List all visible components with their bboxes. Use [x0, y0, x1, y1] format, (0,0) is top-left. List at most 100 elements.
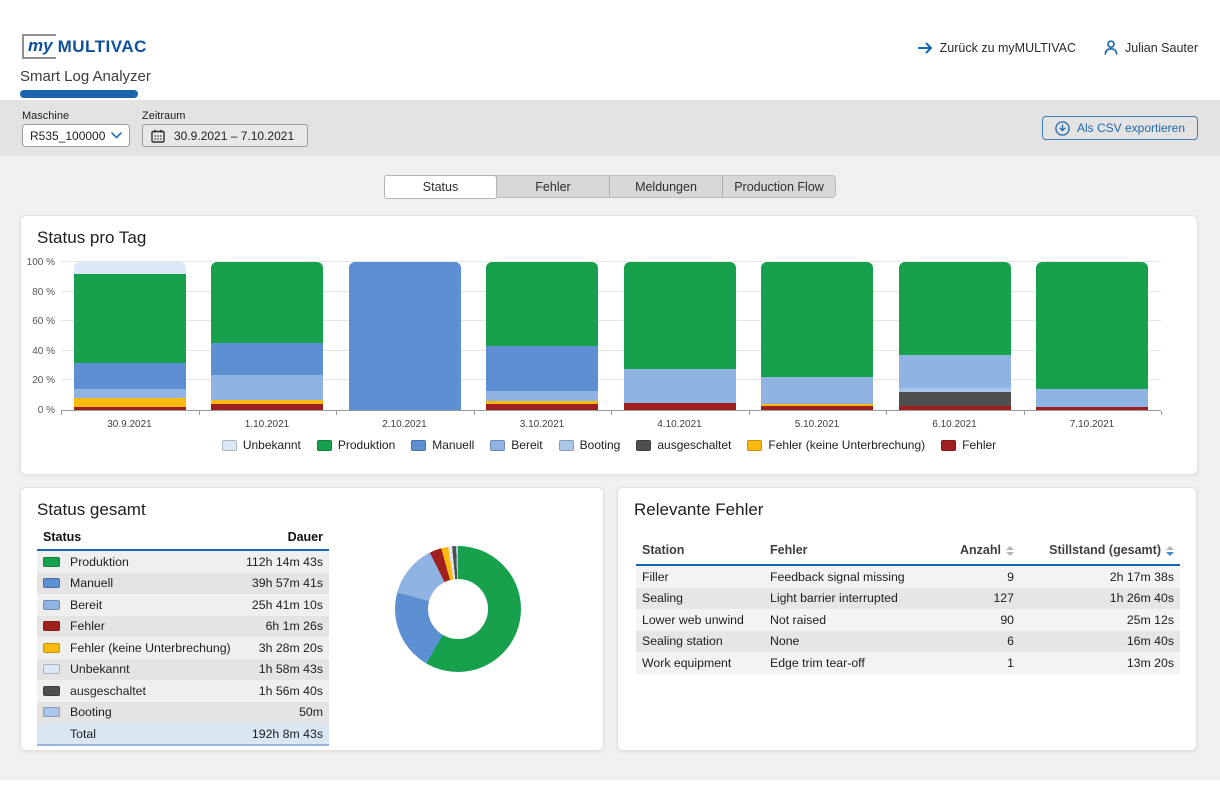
x-axis-tick — [749, 411, 750, 415]
status-table-row[interactable]: Manuell39h 57m 41s — [37, 573, 329, 595]
status-swatch — [43, 643, 60, 653]
station-cell: Work equipment — [642, 656, 770, 670]
sort-down-arrow — [1006, 552, 1014, 556]
legend-label: Manuell — [432, 438, 474, 452]
bar-segment-manuell — [211, 343, 323, 374]
stacked-bar-6.10.2021[interactable] — [899, 262, 1011, 410]
stillstand-cell: 25m 12s — [1014, 613, 1174, 627]
machine-select-value: R535_100000 — [30, 129, 105, 143]
fehler-table-row[interactable]: FillerFeedback signal missing92h 17m 38s — [636, 566, 1180, 588]
sort-icon[interactable] — [1166, 546, 1174, 556]
status-swatch — [43, 686, 60, 696]
status-gesamt-card: Status gesamt StatusDauerProduktion112h … — [20, 487, 604, 751]
stacked-bar-3.10.2021[interactable] — [486, 262, 598, 410]
bar-segment-fehler — [624, 403, 736, 410]
legend-swatch — [317, 440, 332, 451]
status-duration: 50m — [299, 705, 323, 719]
sort-down-arrow — [1166, 552, 1174, 556]
stacked-bar-5.10.2021[interactable] — [761, 262, 873, 410]
bar-segment-manuell — [486, 346, 598, 390]
legend-label: Unbekannt — [243, 438, 301, 452]
status-column-header: Status — [43, 530, 81, 544]
status-table-row[interactable]: Fehler (keine Unterbrechung)3h 28m 20s — [37, 637, 329, 659]
stacked-bar-2.10.2021[interactable] — [349, 262, 461, 410]
x-axis-label: 4.10.2021 — [611, 419, 748, 430]
status-table-row[interactable]: Produktion112h 14m 43s — [37, 551, 329, 573]
legend-swatch — [411, 440, 426, 451]
app-tab-label[interactable]: Smart Log Analyzer — [20, 68, 151, 85]
fehler-table-row[interactable]: Sealing stationNone616m 40s — [636, 631, 1180, 653]
relevante-fehler-table: StationFehlerAnzahlStillstand (gesamt) Fi… — [636, 538, 1180, 674]
view-tabstrip: StatusFehlerMeldungenProduction Flow — [384, 175, 836, 198]
fehler-table-row[interactable]: SealingLight barrier interrupted1271h 26… — [636, 588, 1180, 610]
anzahl-cell: 6 — [934, 634, 1014, 648]
x-axis-label: 3.10.2021 — [474, 419, 611, 430]
status-duration: 1h 56m 40s — [259, 684, 323, 698]
anzahl-cell: 9 — [934, 570, 1014, 584]
logo-my-text: my — [22, 34, 56, 59]
machine-select[interactable]: R535_100000 — [22, 124, 130, 147]
user-menu[interactable]: Julian Sauter — [1104, 40, 1198, 55]
x-axis-tick — [61, 411, 62, 415]
back-to-mymultivac-link[interactable]: Zurück zu myMULTIVAC — [918, 41, 1076, 55]
status-table-row[interactable]: ausgeschaltet1h 56m 40s — [37, 680, 329, 702]
relevante-fehler-card: Relevante Fehler StationFehlerAnzahlStil… — [617, 487, 1197, 751]
period-date-range-field[interactable]: 30.9.2021 – 7.10.2021 — [142, 124, 308, 147]
tab-production-flow[interactable]: Production Flow — [722, 176, 835, 197]
stacked-bar-7.10.2021[interactable] — [1036, 262, 1148, 410]
status-table-row[interactable]: Unbekannt1h 58m 43s — [37, 659, 329, 681]
status-swatch — [43, 578, 60, 588]
bar-segment-unbekannt — [74, 262, 186, 274]
column-header-station: Station — [642, 543, 770, 557]
tab-meldungen[interactable]: Meldungen — [609, 176, 722, 197]
x-axis-tick — [1161, 411, 1162, 415]
chevron-down-icon — [111, 132, 122, 139]
legend-item-fehler: Fehler — [941, 438, 996, 452]
export-csv-label: Als CSV exportieren — [1077, 121, 1185, 135]
status-swatch — [43, 600, 60, 610]
app-tab-active-indicator — [20, 90, 138, 98]
x-axis-label: 7.10.2021 — [1024, 419, 1161, 430]
y-axis-label: 20 % — [21, 375, 55, 386]
bar-segment-bereit — [624, 369, 736, 403]
x-axis-tick — [886, 411, 887, 415]
bar-segment-produktion — [624, 262, 736, 369]
bar-segment-bereit — [1036, 389, 1148, 407]
bar-segment-fehler-keine-unterbrechung- — [74, 398, 186, 407]
x-axis-label: 30.9.2021 — [61, 419, 198, 430]
x-axis-tick — [336, 411, 337, 415]
x-axis-tick — [474, 411, 475, 415]
column-header-anzahl[interactable]: Anzahl — [934, 543, 1014, 557]
status-table-row[interactable]: Fehler6h 1m 26s — [37, 616, 329, 638]
legend-swatch — [222, 440, 237, 451]
station-cell: Sealing station — [642, 634, 770, 648]
fehler-table-row[interactable]: Lower web unwindNot raised9025m 12s — [636, 609, 1180, 631]
status-duration: 6h 1m 26s — [266, 619, 323, 633]
bar-segment-fehler — [211, 404, 323, 410]
status-name: Fehler — [70, 619, 266, 633]
sort-icon[interactable] — [1006, 546, 1014, 556]
bar-segment-bereit — [211, 375, 323, 400]
tab-status[interactable]: Status — [384, 175, 497, 199]
fehler-cell: Light barrier interrupted — [770, 591, 934, 605]
status-table-row[interactable]: Bereit25h 41m 10s — [37, 594, 329, 616]
stacked-bar-4.10.2021[interactable] — [624, 262, 736, 410]
export-csv-button[interactable]: Als CSV exportieren — [1042, 116, 1198, 140]
total-duration: 192h 8m 43s — [252, 727, 323, 741]
x-axis-label: 2.10.2021 — [336, 419, 473, 430]
smart-log-analyzer-screen: my MULTIVAC Zurück zu myMULTIVAC Julian … — [0, 0, 1220, 800]
status-table-row[interactable]: Booting50m — [37, 702, 329, 724]
stacked-bar-30.9.2021[interactable] — [74, 262, 186, 410]
total-label: Total — [70, 727, 252, 741]
stillstand-cell: 2h 17m 38s — [1014, 570, 1174, 584]
dauer-column-header: Dauer — [288, 530, 323, 544]
legend-item-produktion: Produktion — [317, 438, 395, 452]
donut-hole — [428, 579, 488, 639]
fehler-table-row[interactable]: Work equipmentEdge trim tear-off113m 20s — [636, 652, 1180, 674]
legend-label: ausgeschaltet — [657, 438, 731, 452]
column-header-stillstand-gesamt-[interactable]: Stillstand (gesamt) — [1014, 543, 1174, 557]
stacked-bar-1.10.2021[interactable] — [211, 262, 323, 410]
column-header-fehler: Fehler — [770, 543, 934, 557]
tab-fehler[interactable]: Fehler — [496, 176, 609, 197]
y-axis-label: 100 % — [21, 257, 55, 268]
